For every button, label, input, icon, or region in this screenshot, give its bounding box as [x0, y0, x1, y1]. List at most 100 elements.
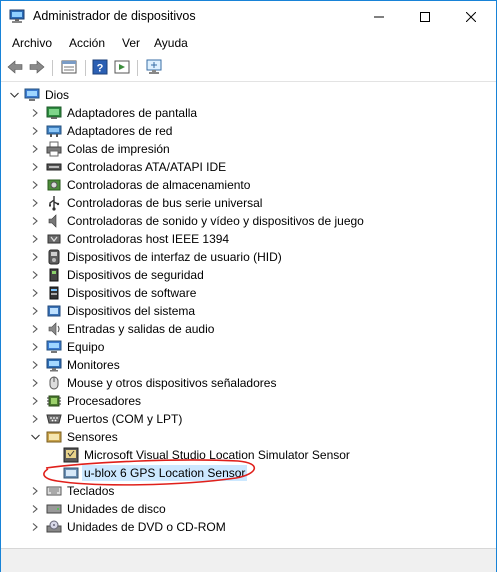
tree-item-label: Mouse y otros dispositivos señaladores [67, 376, 277, 390]
view-button[interactable] [111, 57, 133, 79]
tree-item-equipo[interactable]: Equipo [1, 338, 496, 356]
display-adapter-icon [46, 105, 62, 121]
chevron-right-icon[interactable] [30, 486, 40, 496]
location-sensor-icon [63, 447, 79, 463]
tree-item-label: Adaptadores de pantalla [67, 106, 198, 120]
computer-icon [24, 87, 40, 103]
print-queue-icon [46, 141, 62, 157]
device-manager-icon [9, 9, 25, 24]
tree-item-teclados[interactable]: Teclados [1, 482, 496, 500]
chevron-right-icon[interactable] [30, 144, 40, 154]
tree-item-label: u-blox 6 GPS Location Sensor [82, 465, 248, 481]
tree-item-puertos-com-y-lpt[interactable]: Puertos (COM y LPT) [1, 410, 496, 428]
speaker-icon [46, 213, 62, 229]
chevron-right-icon[interactable] [30, 252, 40, 262]
monitor-scan-icon [145, 59, 163, 78]
chevron-right-icon[interactable] [30, 396, 40, 406]
system-device-icon [46, 303, 62, 319]
forward-arrow-icon [29, 59, 45, 77]
tree-item-controladoras-ata-atapi-ide[interactable]: Controladoras ATA/ATAPI IDE [1, 158, 496, 176]
chevron-right-icon[interactable] [30, 234, 40, 244]
device-manager-window: Administrador de dispositivos Archivo Ac… [0, 0, 497, 572]
toolbar-separator [52, 60, 53, 76]
help-icon: ? [92, 59, 108, 78]
chevron-right-icon[interactable] [30, 162, 40, 172]
tree-item-dispositivos-de-interfaz-de-usuario-hid[interactable]: Dispositivos de interfaz de usuario (HID… [1, 248, 496, 266]
chevron-down-icon[interactable] [30, 432, 40, 442]
chevron-right-icon[interactable] [30, 126, 40, 136]
chevron-right-icon[interactable] [30, 504, 40, 514]
close-button[interactable] [448, 1, 494, 32]
firewire-icon [46, 231, 62, 247]
menu-archivo[interactable]: Archivo [10, 35, 54, 51]
monitor-icon [46, 357, 62, 373]
tree-item-label: Microsoft Visual Studio Location Simulat… [84, 448, 350, 462]
tree-item-label: Controladoras de sonido y vídeo y dispos… [67, 214, 364, 228]
tree-item-mouse-y-otros-dispositivos-senaladores[interactable]: Mouse y otros dispositivos señaladores [1, 374, 496, 392]
tree-item-controladoras-de-sonido-y-video-y-dispositivos-de-juego[interactable]: Controladoras de sonido y vídeo y dispos… [1, 212, 496, 230]
chevron-right-icon[interactable] [30, 360, 40, 370]
dvd-drive-icon [46, 519, 62, 535]
chevron-right-icon[interactable] [30, 378, 40, 388]
chevron-right-icon[interactable] [30, 108, 40, 118]
tree-item-sensores[interactable]: Sensores [1, 428, 496, 446]
tree-item-label: Dios [45, 88, 70, 102]
tree-item-label: Controladoras de almacenamiento [67, 178, 251, 192]
properties-button[interactable] [58, 57, 80, 79]
svg-text:?: ? [97, 62, 104, 74]
chevron-right-icon[interactable] [30, 270, 40, 280]
tree-item-controladoras-host-ieee-1394[interactable]: Controladoras host IEEE 1394 [1, 230, 496, 248]
menu-accion[interactable]: Acción [67, 35, 107, 51]
title-bar[interactable]: Administrador de dispositivos [1, 1, 496, 32]
chevron-right-icon[interactable] [30, 288, 40, 298]
tree-item-label: Unidades de disco [67, 502, 166, 516]
port-icon [46, 411, 62, 427]
tree-item-label: Dispositivos de interfaz de usuario (HID… [67, 250, 282, 264]
chevron-right-icon[interactable] [30, 198, 40, 208]
tree-item-label: Teclados [67, 484, 115, 498]
tree-item-dispositivos-de-software[interactable]: Dispositivos de software [1, 284, 496, 302]
chevron-right-icon[interactable] [30, 522, 40, 532]
tree-item-label: Controladoras de bus serie universal [67, 196, 263, 210]
toolbar: ? [1, 54, 496, 82]
tree-item-monitores[interactable]: Monitores [1, 356, 496, 374]
tree-item-controladoras-de-bus-serie-universal[interactable]: Controladoras de bus serie universal [1, 194, 496, 212]
tree-item-label: Puertos (COM y LPT) [67, 412, 183, 426]
tree-item-microsoft-visual-studio-location-simulator-sensor[interactable]: Microsoft Visual Studio Location Simulat… [1, 446, 496, 464]
help-button[interactable]: ? [89, 57, 111, 79]
window-title: Administrador de dispositivos [33, 9, 196, 23]
menu-bar: Archivo Acción Ver Ayuda [1, 32, 496, 54]
tree-item-adaptadores-de-red[interactable]: Adaptadores de red [1, 122, 496, 140]
sensor-icon [46, 429, 62, 445]
tree-item-label: Entradas y salidas de audio [67, 322, 215, 336]
tree-item-dios[interactable]: Dios [1, 86, 496, 104]
chevron-right-icon[interactable] [30, 306, 40, 316]
tree-item-adaptadores-de-pantalla[interactable]: Adaptadores de pantalla [1, 104, 496, 122]
forward-button[interactable] [26, 57, 48, 79]
chevron-right-icon[interactable] [30, 324, 40, 334]
chevron-down-icon[interactable] [9, 90, 19, 100]
mouse-icon [46, 375, 62, 391]
tree-item-dispositivos-del-sistema[interactable]: Dispositivos del sistema [1, 302, 496, 320]
status-bar [1, 548, 496, 572]
tree-item-colas-de-impresion[interactable]: Colas de impresión [1, 140, 496, 158]
minimize-button[interactable] [356, 1, 402, 32]
minimize-icon [374, 12, 384, 22]
chevron-right-icon[interactable] [30, 414, 40, 424]
tree-item-procesadores[interactable]: Procesadores [1, 392, 496, 410]
tree-item-unidades-de-dvd-o-cd-rom[interactable]: Unidades de DVD o CD-ROM [1, 518, 496, 536]
chevron-right-icon[interactable] [30, 180, 40, 190]
tree-item-unidades-de-disco[interactable]: Unidades de disco [1, 500, 496, 518]
menu-ver[interactable]: Ver [120, 35, 142, 51]
tree-item-label: Adaptadores de red [67, 124, 173, 138]
tree-item-u-blox-6-gps-location-sensor[interactable]: u-blox 6 GPS Location Sensor [1, 464, 496, 482]
chevron-right-icon[interactable] [30, 216, 40, 226]
chevron-right-icon[interactable] [30, 342, 40, 352]
scan-hardware-button[interactable] [143, 57, 165, 79]
menu-ayuda[interactable]: Ayuda [152, 35, 190, 51]
tree-item-entradas-y-salidas-de-audio[interactable]: Entradas y salidas de audio [1, 320, 496, 338]
tree-item-controladoras-de-almacenamiento[interactable]: Controladoras de almacenamiento [1, 176, 496, 194]
maximize-button[interactable] [402, 1, 448, 32]
back-button[interactable] [4, 57, 26, 79]
tree-item-dispositivos-de-seguridad[interactable]: Dispositivos de seguridad [1, 266, 496, 284]
